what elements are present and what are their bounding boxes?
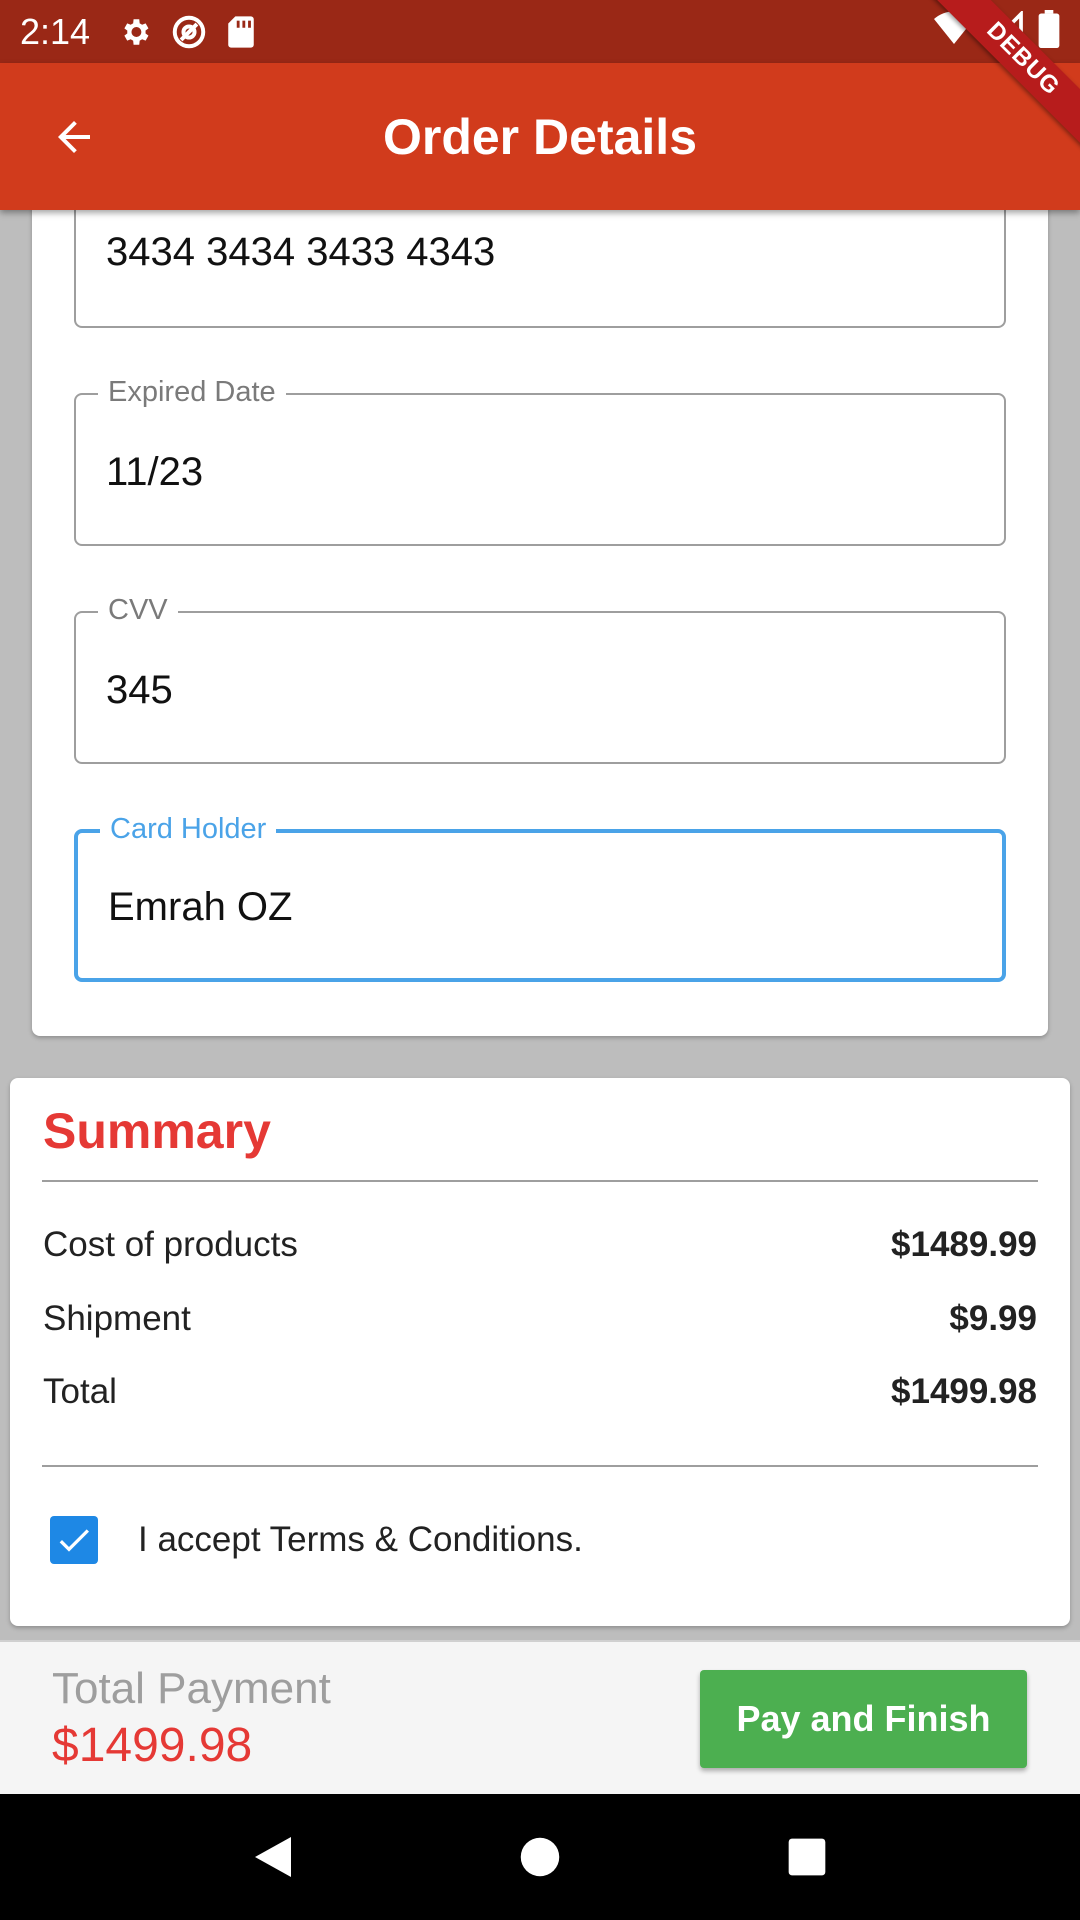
summary-divider-bottom xyxy=(42,1465,1038,1467)
recents-square-icon xyxy=(788,1838,825,1876)
system-nav-bar xyxy=(0,1794,1080,1920)
home-circle-icon xyxy=(520,1837,560,1877)
nav-recents-button[interactable] xyxy=(767,1817,847,1897)
summary-row-amount: $1499.98 xyxy=(891,1372,1037,1411)
summary-row-label: Shipment xyxy=(43,1299,191,1338)
back-triangle-icon xyxy=(255,1837,292,1877)
summary-row-amount: $9.99 xyxy=(949,1299,1037,1338)
summary-row-total: Total $1499.98 xyxy=(43,1367,1037,1417)
settings-icon xyxy=(124,18,149,45)
total-payment-label: Total Payment xyxy=(52,1664,331,1713)
cvv-field[interactable]: CVV 345 xyxy=(74,594,1006,764)
expired-date-value: 11/23 xyxy=(106,450,204,494)
expired-date-field[interactable]: Expired Date 11/23 xyxy=(74,376,1006,546)
bottom-payment-bar: Total Payment $1499.98 Pay and Finish xyxy=(0,1640,1080,1794)
summary-title: Summary xyxy=(43,1103,271,1159)
cvv-label: CVV xyxy=(98,594,178,627)
payment-form-card: 3434 3434 3433 4343 Expired Date 11/23 C… xyxy=(32,150,1048,1036)
page-title: Order Details xyxy=(382,108,697,165)
card-number-value: 3434 3434 3433 4343 xyxy=(106,230,496,274)
status-bar: 2:14 xyxy=(0,0,1080,63)
summary-card: Summary Cost of products $1489.99 Shipme… xyxy=(10,1078,1070,1626)
summary-row-shipment: Shipment $9.99 xyxy=(43,1294,1037,1344)
check-icon xyxy=(59,1529,89,1552)
nav-back-button[interactable] xyxy=(233,1817,313,1897)
nav-home-button[interactable] xyxy=(500,1817,580,1897)
status-time: 2:14 xyxy=(20,10,91,52)
data-saver-icon xyxy=(172,15,206,48)
total-payment-value: $1499.98 xyxy=(52,1719,253,1772)
terms-label: I accept Terms & Conditions. xyxy=(138,1520,583,1559)
summary-row-label: Total xyxy=(43,1372,117,1411)
status-icons-left xyxy=(118,13,256,51)
summary-row-cost: Cost of products $1489.99 xyxy=(43,1220,1037,1270)
terms-row: I accept Terms & Conditions. xyxy=(50,1516,583,1564)
battery-icon xyxy=(1038,10,1060,48)
card-holder-value: Emrah OZ xyxy=(108,885,293,929)
summary-divider-top xyxy=(42,1180,1038,1182)
card-holder-field[interactable]: Card Holder Emrah OZ xyxy=(74,813,1006,982)
expired-date-label: Expired Date xyxy=(98,376,286,409)
cvv-value: 345 xyxy=(106,668,173,712)
card-holder-label: Card Holder xyxy=(100,813,277,846)
summary-row-amount: $1489.99 xyxy=(891,1225,1037,1264)
summary-row-label: Cost of products xyxy=(43,1225,298,1264)
pay-and-finish-button[interactable]: Pay and Finish xyxy=(700,1670,1027,1768)
app-bar: Order Details xyxy=(0,63,1080,210)
terms-checkbox[interactable] xyxy=(50,1516,98,1564)
sd-card-icon xyxy=(228,15,254,48)
